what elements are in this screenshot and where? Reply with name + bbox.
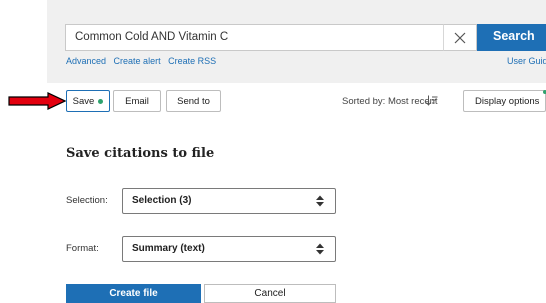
selection-value: Selection (3): [132, 195, 192, 206]
display-options-label: Display options: [475, 95, 540, 107]
search-input[interactable]: Common Cold AND Vitamin C: [65, 24, 477, 51]
clear-search-button[interactable]: [443, 24, 477, 51]
updown-caret-icon: [316, 195, 324, 207]
send-to-button[interactable]: Send to: [166, 90, 221, 112]
format-select[interactable]: Summary (text): [122, 236, 336, 262]
red-arrow-annotation: [8, 92, 66, 110]
display-options-button[interactable]: Display options: [463, 90, 546, 112]
create-rss-link[interactable]: Create RSS: [168, 56, 216, 66]
format-label: Format:: [66, 243, 99, 254]
create-file-button[interactable]: Create file: [66, 284, 201, 303]
updown-caret-icon: [316, 243, 324, 255]
sort-descending-icon[interactable]: [426, 95, 438, 106]
sort-label[interactable]: Sorted by: Most recent: [342, 96, 438, 107]
user-guide-link[interactable]: User Guid: [507, 56, 546, 66]
save-indicator-dot: [98, 98, 104, 104]
clear-x-icon: [454, 32, 466, 43]
save-label: Save: [72, 95, 95, 107]
create-alert-link[interactable]: Create alert: [114, 56, 161, 66]
panel-title: Save citations to file: [66, 146, 215, 161]
cancel-button[interactable]: Cancel: [204, 284, 336, 303]
email-button[interactable]: Email: [113, 90, 161, 112]
email-label: Email: [125, 95, 149, 107]
save-button[interactable]: Save: [66, 90, 110, 112]
search-button[interactable]: Search: [477, 24, 546, 51]
selection-select[interactable]: Selection (3): [122, 188, 336, 214]
advanced-link[interactable]: Advanced: [66, 56, 106, 66]
search-sub-links: Advanced Create alert Create RSS: [66, 56, 221, 66]
selection-label: Selection:: [66, 195, 108, 206]
send-to-label: Send to: [177, 95, 210, 107]
format-value: Summary (text): [132, 243, 205, 254]
